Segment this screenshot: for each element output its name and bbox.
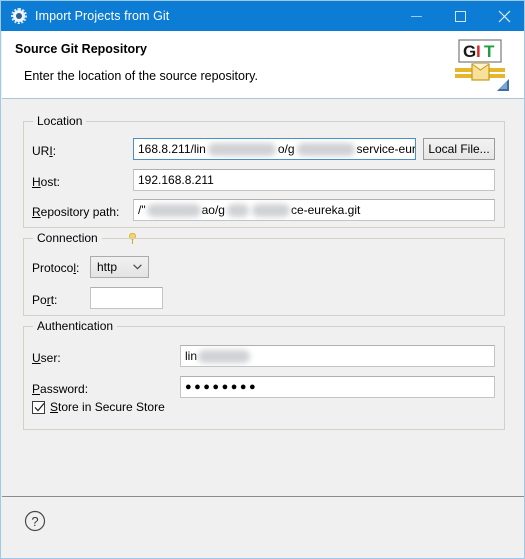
location-group-title: Location [33, 114, 87, 128]
svg-text:T: T [484, 42, 495, 61]
password-input[interactable]: ●●●●●●●● [180, 376, 495, 398]
authentication-group-title: Authentication [33, 319, 118, 333]
svg-text:I: I [476, 42, 481, 61]
host-value: 192.168.8.211 [138, 173, 214, 187]
repository-path-label: Repository path: [32, 205, 120, 219]
repo-value-mid: ao/g [201, 203, 225, 217]
user-redaction [198, 349, 251, 363]
protocol-select[interactable]: http [90, 256, 149, 278]
title-bar: Import Projects from Git [1, 1, 524, 31]
protocol-label: Protocol: [32, 261, 80, 275]
password-label: Password: [32, 382, 89, 396]
maximize-button[interactable] [438, 1, 482, 31]
uri-label: URI: [32, 144, 57, 158]
window-title: Import Projects from Git [35, 9, 170, 23]
uri-value-prefix: 168.8.211/lin [138, 142, 206, 156]
port-label: Port: [32, 293, 58, 307]
uri-value-mid: o/g [277, 142, 295, 156]
maximize-icon [454, 10, 466, 22]
store-in-secure-store-checkbox[interactable]: Store in Secure Store [32, 400, 165, 414]
page-title: Source Git Repository [15, 42, 147, 56]
user-input[interactable]: lin [180, 345, 495, 367]
user-value-prefix: lin [185, 349, 198, 363]
checkmark-icon [34, 402, 45, 412]
local-file-button[interactable]: Local File... [423, 138, 495, 160]
import-projects-from-git-dialog: Import Projects from Git Source Git Repo… [0, 0, 525, 559]
git-logo-icon: G I T [455, 39, 509, 91]
port-input[interactable] [90, 287, 163, 309]
uri-redaction-2 [296, 142, 355, 156]
close-icon [498, 10, 510, 22]
protocol-value: http [97, 260, 118, 274]
close-button[interactable] [482, 1, 524, 31]
dialog-footer: ? < Back Next > Finish Cancel [2, 496, 524, 558]
minimize-button[interactable] [394, 1, 438, 31]
svg-text:?: ? [31, 514, 38, 529]
chevron-down-icon [126, 264, 148, 270]
repo-value-prefix: /" [138, 203, 146, 217]
uri-input[interactable]: 168.8.211/lin o/g service-eureka.git [133, 138, 416, 160]
store-in-secure-store-label: Store in Secure Store [50, 400, 165, 414]
repository-path-input[interactable]: /" ao/g ce-eureka.git [133, 199, 495, 221]
repo-redaction-1 [146, 203, 201, 217]
minimize-icon [410, 15, 422, 17]
wizard-body: Location URI: 168.8.211/lin o/g service-… [2, 99, 524, 496]
connection-group-title: Connection [33, 231, 102, 245]
password-value: ●●●●●●●● [185, 380, 259, 393]
eclipse-gear-icon [11, 8, 27, 24]
repo-redaction-3 [251, 203, 290, 217]
page-subtitle: Enter the location of the source reposit… [24, 69, 258, 83]
svg-text:G: G [463, 42, 476, 61]
wizard-header: Source Git Repository Enter the location… [2, 31, 524, 99]
host-label: Host: [32, 175, 61, 189]
uri-redaction-1 [207, 142, 276, 156]
user-label: User: [32, 351, 61, 365]
help-button[interactable]: ? [24, 510, 46, 532]
host-input[interactable]: 192.168.8.211 [133, 169, 495, 191]
repo-redaction-2 [226, 203, 249, 217]
checkbox-box [32, 400, 45, 414]
uri-value-suffix: service-eureka.git [356, 142, 416, 156]
repo-value-suffix: ce-eureka.git [290, 203, 361, 217]
